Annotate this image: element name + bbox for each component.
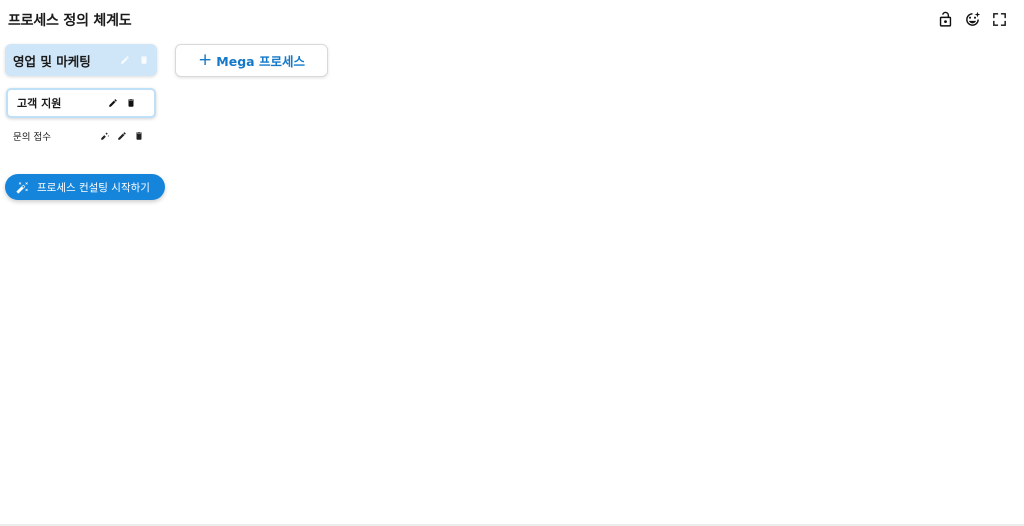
delete-icon[interactable] (134, 131, 144, 141)
process-item[interactable]: 문의 접수 (13, 128, 153, 144)
edit-icon[interactable] (117, 131, 127, 141)
major-process-card[interactable]: 고객 지원 (6, 88, 156, 118)
delete-icon[interactable] (139, 55, 149, 65)
add-mega-process-button[interactable]: + Mega 프로세스 (175, 44, 328, 77)
add-mega-process-label: Mega 프로세스 (216, 54, 305, 69)
start-process-consulting-button[interactable]: 프로세스 컨설팅 시작하기 (5, 174, 165, 200)
edit-icon[interactable] (120, 55, 130, 65)
plus-icon: + (198, 50, 213, 70)
magic-wand-icon (16, 181, 29, 194)
edit-icon[interactable] (108, 98, 118, 108)
major-process-label: 고객 지원 (17, 97, 62, 110)
lock-open-icon[interactable] (937, 10, 954, 28)
mega-process-label: 영업 및 마케팅 (13, 53, 91, 69)
emoji-edit-icon[interactable] (964, 10, 981, 28)
mega-process-card[interactable]: 영업 및 마케팅 (5, 44, 157, 76)
process-label: 문의 접수 (13, 132, 51, 143)
start-process-consulting-label: 프로세스 컨설팅 시작하기 (37, 181, 150, 194)
header-actions (937, 10, 1008, 28)
delete-icon[interactable] (126, 98, 136, 108)
page-title: 프로세스 정의 체계도 (8, 13, 132, 29)
fullscreen-icon[interactable] (991, 10, 1008, 28)
ai-edit-icon[interactable] (100, 131, 110, 141)
